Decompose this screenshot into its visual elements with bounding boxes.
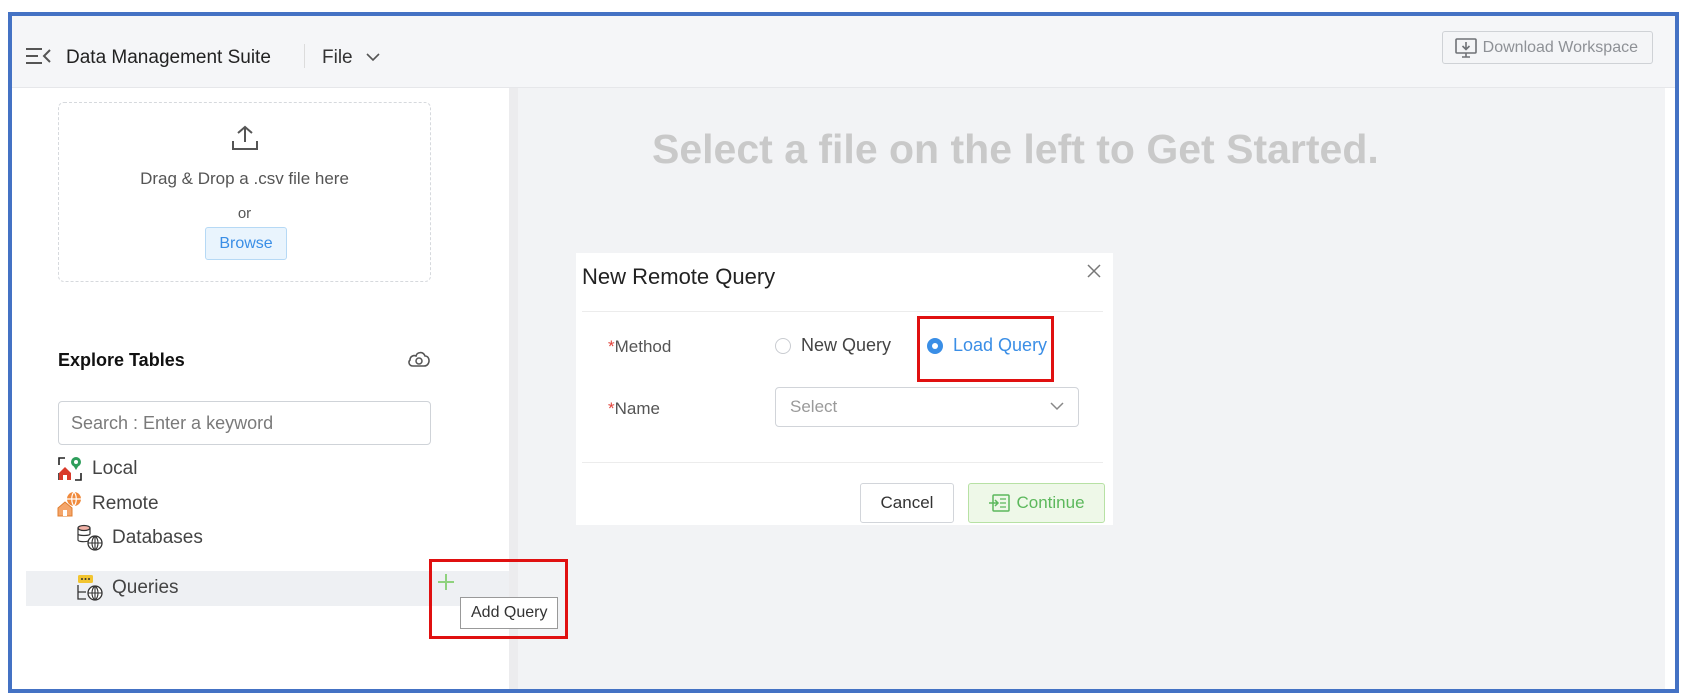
remote-globe-home-icon: [57, 491, 81, 517]
name-label: *Name: [608, 399, 660, 419]
add-query-plus-icon[interactable]: [436, 572, 456, 592]
name-select-placeholder: Select: [790, 397, 838, 416]
radio-circle-checked: [927, 337, 943, 354]
top-bar: Data Management Suite File Download Work…: [12, 16, 1675, 88]
download-workspace-label: Download Workspace: [1482, 38, 1638, 56]
upload-icon: [232, 125, 258, 150]
tree-item-label: Databases: [112, 527, 203, 548]
tree-item-queries[interactable]: Queries: [76, 574, 179, 602]
right-scrollbar[interactable]: [1665, 88, 1675, 689]
local-home-icon: [58, 457, 82, 481]
continue-label: Continue: [1016, 493, 1085, 512]
new-remote-query-dialog: New Remote Query *Method New Query Load …: [576, 253, 1113, 525]
download-monitor-icon: [1454, 37, 1477, 58]
tree-item-label: Queries: [112, 577, 179, 598]
query-globe-icon: [77, 575, 103, 601]
tree-item-databases[interactable]: Databases: [76, 524, 203, 552]
chevron-down-icon: [1050, 402, 1064, 411]
radio-label: Load Query: [953, 335, 1048, 355]
cloud-refresh-icon[interactable]: [407, 348, 431, 370]
browse-button[interactable]: Browse: [205, 227, 287, 260]
explore-tables-title: Explore Tables: [58, 350, 185, 370]
dialog-title: New Remote Query: [582, 264, 776, 289]
close-icon[interactable]: [1086, 263, 1102, 279]
app-title: Data Management Suite: [66, 47, 271, 68]
file-menu-label: File: [322, 47, 353, 68]
download-workspace-button[interactable]: Download Workspace: [1441, 31, 1653, 64]
name-label-text: Name: [614, 399, 660, 418]
csv-dropzone[interactable]: Drag & Drop a .csv file here or Browse: [58, 102, 431, 282]
radio-new-query[interactable]: New Query: [775, 335, 891, 356]
radio-load-query[interactable]: Load Query: [927, 335, 1047, 356]
cancel-button[interactable]: Cancel: [860, 483, 954, 523]
header-divider: [304, 44, 305, 68]
or-separator: or: [237, 205, 252, 222]
add-query-tooltip: Add Query: [460, 597, 559, 629]
table-search-input[interactable]: [58, 401, 431, 445]
radio-circle: [775, 337, 791, 354]
chevron-down-icon: [366, 53, 380, 62]
continue-icon: [989, 494, 1011, 512]
radio-label: New Query: [801, 335, 892, 355]
tree-item-remote[interactable]: Remote: [56, 490, 159, 518]
collapse-menu-icon[interactable]: [26, 46, 52, 66]
sidebar: Drag & Drop a .csv file here or Browse E…: [12, 88, 509, 689]
file-menu[interactable]: File: [322, 47, 380, 69]
empty-state-message: Select a file on the left to Get Started…: [652, 126, 1379, 172]
required-marker: *: [608, 337, 615, 356]
database-globe-icon: [77, 524, 103, 551]
drop-instructions: Drag & Drop a .csv file here: [140, 169, 349, 188]
method-label-text: Method: [614, 337, 672, 356]
continue-button[interactable]: Continue: [968, 483, 1105, 523]
app-window: Data Management Suite File Download Work…: [8, 12, 1679, 693]
tree-item-label: Remote: [92, 493, 159, 514]
dialog-divider: [582, 311, 1103, 312]
required-marker: *: [608, 399, 615, 418]
tree-item-label: Local: [92, 458, 138, 479]
dialog-divider: [582, 462, 1103, 463]
method-label: *Method: [608, 337, 671, 357]
tree-item-local[interactable]: Local: [56, 455, 137, 483]
name-select[interactable]: Select: [775, 387, 1079, 427]
